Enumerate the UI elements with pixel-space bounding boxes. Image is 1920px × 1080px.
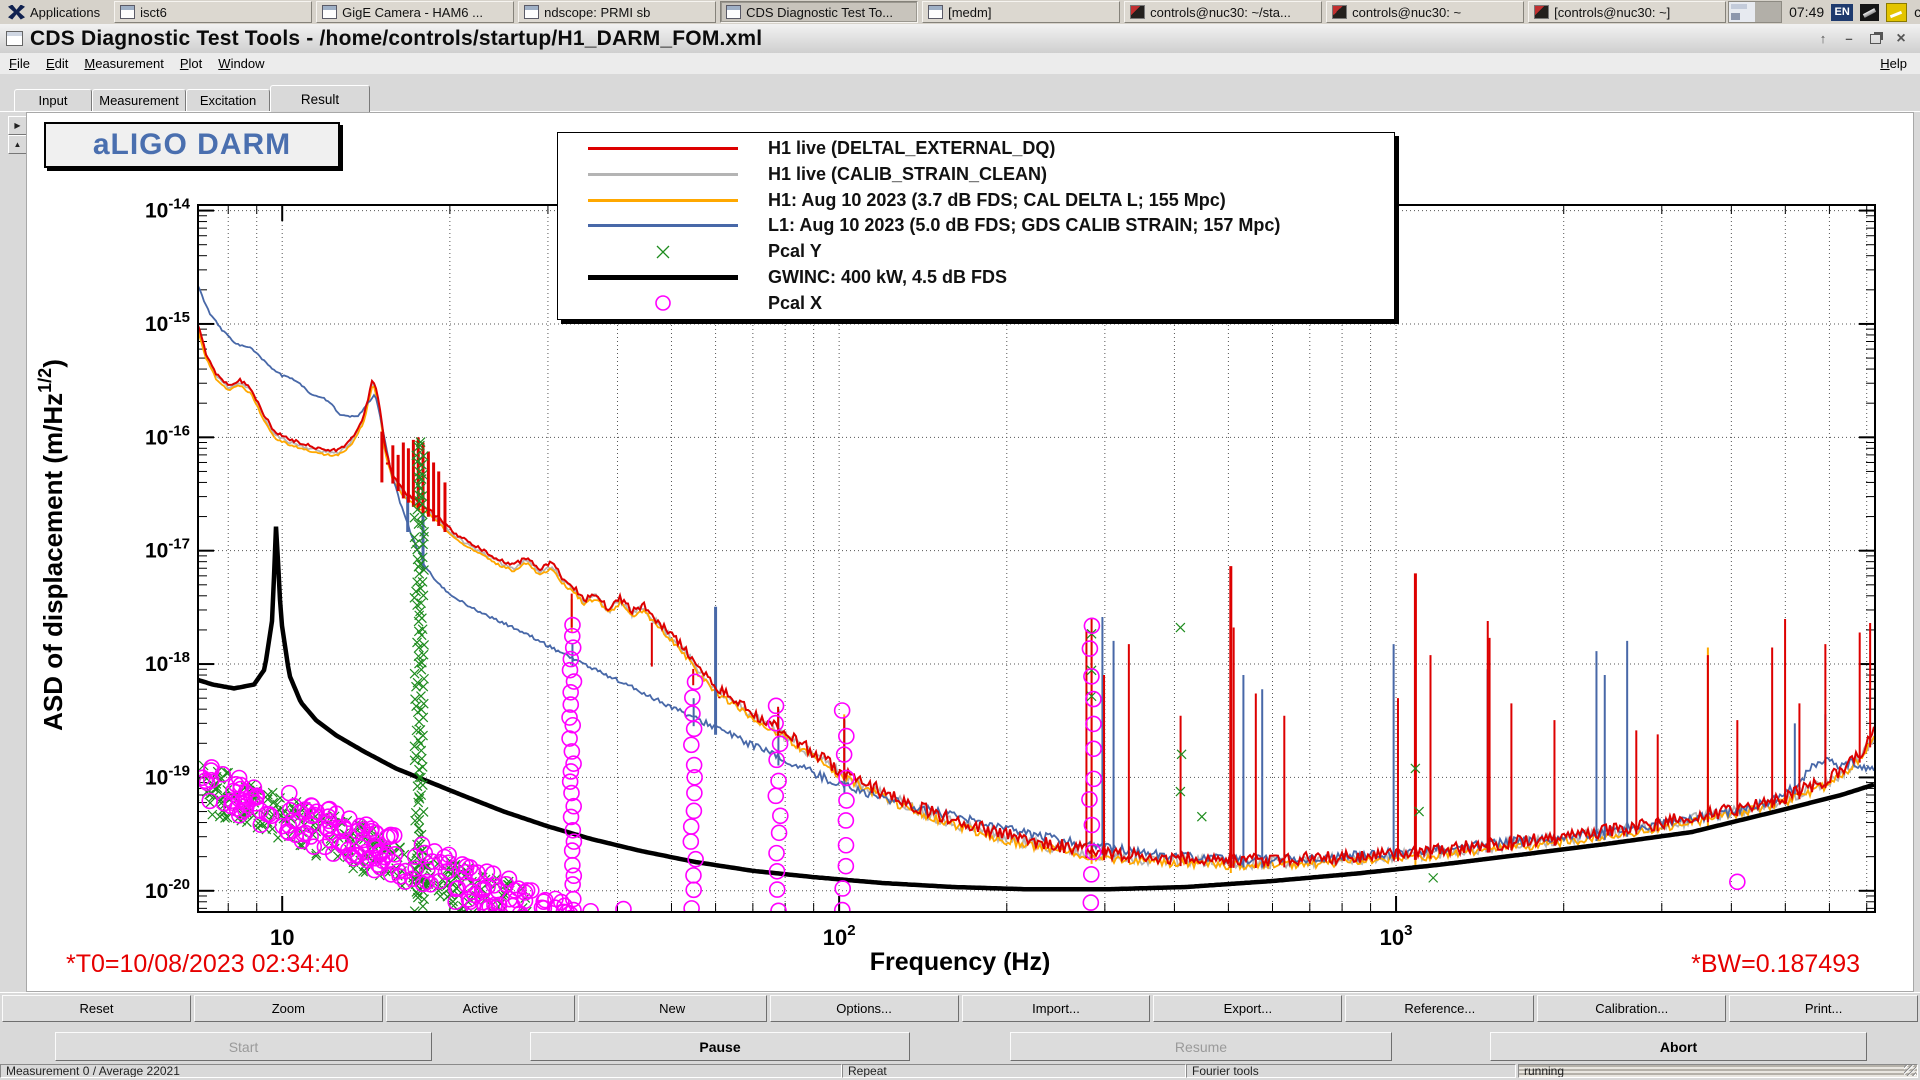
legend-row: H1 live (CALIB_STRAIN_CLEAN) xyxy=(558,163,1394,187)
legend-row: GWINC: 400 kW, 4.5 dB FDS xyxy=(558,265,1394,289)
status-measurement-average: Measurement 0 / Average 22021 xyxy=(0,1064,842,1078)
legend-line-sample xyxy=(558,147,768,150)
plot-toolbar: Reset Zoom Active New Options... Import.… xyxy=(0,992,1920,1024)
legend-row: Pcal Y xyxy=(558,240,1394,264)
result-pane: ▶ ▲ 1010210310-1410-1510-1610-1710-1810-… xyxy=(0,112,1920,992)
reference-button[interactable]: Reference... xyxy=(1345,995,1534,1022)
svg-text:102: 102 xyxy=(823,922,856,950)
legend-line-sample xyxy=(558,224,768,227)
legend-row: H1: Aug 10 2023 (3.7 dB FDS; CAL DELTA L… xyxy=(558,188,1394,212)
status-tool-type: Fourier tools xyxy=(1186,1064,1516,1078)
resume-button[interactable]: Resume xyxy=(1010,1032,1392,1061)
svg-text:10: 10 xyxy=(270,925,294,950)
tab-result[interactable]: Result xyxy=(270,85,370,112)
status-repeat-mode: Repeat xyxy=(842,1064,1186,1078)
legend-x-marker-sample xyxy=(558,242,768,262)
bandwidth-label: *BW=0.187493 xyxy=(1691,950,1860,979)
print-button[interactable]: Print... xyxy=(1729,995,1918,1022)
svg-text:10-18: 10-18 xyxy=(145,649,190,676)
legend-circle-marker-sample xyxy=(558,293,768,313)
active-button[interactable]: Active xyxy=(386,995,575,1022)
legend-row: H1 live (DELTAL_EXTERNAL_DQ) xyxy=(558,137,1394,161)
svg-text:103: 103 xyxy=(1380,922,1413,950)
status-run-state: running xyxy=(1518,1064,1918,1078)
legend-line-sample xyxy=(558,275,768,280)
calibration-button[interactable]: Calibration... xyxy=(1537,995,1726,1022)
reset-button[interactable]: Reset xyxy=(2,995,191,1022)
pause-button[interactable]: Pause xyxy=(530,1032,910,1061)
abort-button[interactable]: Abort xyxy=(1490,1032,1867,1061)
statusbar: Measurement 0 / Average 22021 Repeat Fou… xyxy=(0,1064,1920,1080)
svg-text:10-15: 10-15 xyxy=(145,309,190,336)
export-button[interactable]: Export... xyxy=(1153,995,1342,1022)
plot-title-badge: aLIGO DARM xyxy=(44,122,340,168)
legend-line-sample xyxy=(558,173,768,176)
legend-row: L1: Aug 10 2023 (5.0 dB FDS; GDS CALIB S… xyxy=(558,214,1394,238)
svg-text:10-17: 10-17 xyxy=(145,536,190,563)
svg-text:10-14: 10-14 xyxy=(145,196,191,223)
plot-legend: H1 live (DELTAL_EXTERNAL_DQ) H1 live (CA… xyxy=(557,132,1395,320)
import-button[interactable]: Import... xyxy=(962,995,1151,1022)
legend-line-sample xyxy=(558,199,768,202)
x-axis-title: Frequency (Hz) xyxy=(0,948,1920,977)
svg-text:10-19: 10-19 xyxy=(145,762,190,789)
zoom-button[interactable]: Zoom xyxy=(194,995,383,1022)
options-button[interactable]: Options... xyxy=(770,995,959,1022)
legend-row: Pcal X xyxy=(558,291,1394,315)
measurement-controls: Start Pause Resume Abort xyxy=(0,1024,1920,1064)
svg-text:10-20: 10-20 xyxy=(145,876,190,903)
svg-text:ASD of displacement (m/Hz1/2): ASD of displacement (m/Hz1/2) xyxy=(35,359,68,731)
new-button[interactable]: New xyxy=(578,995,767,1022)
svg-text:10-16: 10-16 xyxy=(145,422,190,449)
start-button[interactable]: Start xyxy=(55,1032,432,1061)
